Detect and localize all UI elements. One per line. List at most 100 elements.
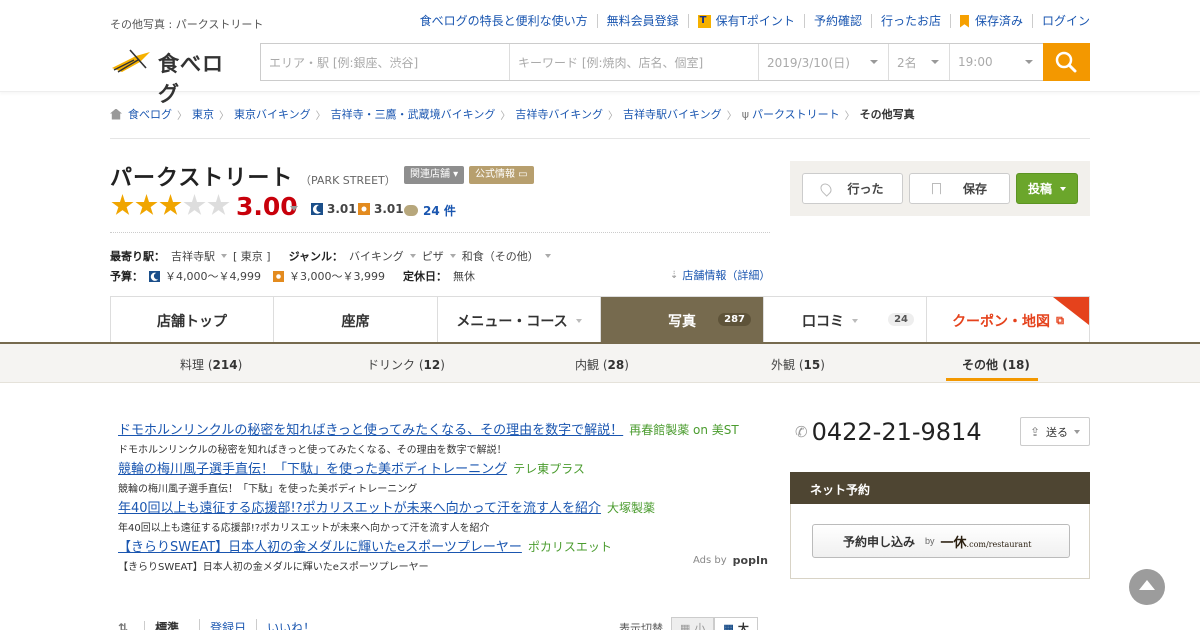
ad-item: 【きらりSWEAT】日本人初の金メダルに輝いたeスポーツプレーヤー ポカリスエット…: [118, 536, 612, 573]
rating-score[interactable]: 3.00: [236, 192, 298, 221]
tab-menu[interactable]: メニュー・コース: [438, 297, 601, 344]
sort-likes[interactable]: いいね！: [256, 619, 325, 630]
star-icon: [159, 194, 182, 215]
sort-date[interactable]: 登録日: [199, 619, 256, 630]
breadcrumb-item[interactable]: 吉祥寺駅バイキング: [623, 106, 722, 122]
view-large-button[interactable]: ▦ 大: [714, 617, 758, 630]
active-subtab-indicator: [946, 378, 1038, 381]
ad-description: 【きらりSWEAT】日本人初の金メダルに輝いたeスポーツプレーヤー: [118, 562, 429, 573]
send-button[interactable]: ⇪ 送る: [1020, 417, 1090, 446]
chevron-down-icon[interactable]: [290, 206, 298, 215]
budget-row: 予算： ￥4,000～￥4,999 ￥3,000～￥3,999 定休日： 無休: [110, 270, 475, 283]
subtab-exterior[interactable]: 外観 (15): [771, 356, 825, 373]
location-pin-icon: [818, 180, 835, 197]
share-icon: ⇪: [1029, 424, 1041, 439]
ad-source: ポカリスエット: [527, 540, 612, 554]
tab-top[interactable]: 店舗トップ: [110, 297, 274, 344]
genre-link[interactable]: バイキング: [349, 248, 404, 264]
review-count-badge: 24: [888, 313, 914, 326]
station-link[interactable]: 吉祥寺駅: [171, 248, 215, 264]
link-visited[interactable]: 行ったお店: [870, 14, 950, 28]
tabelog-logo[interactable]: 食べログ: [110, 46, 240, 106]
ad-description: 年40回以上も遠征する応援部!?ポカリスエットが未来へ向かって汗を流す人を紹介: [118, 523, 490, 534]
scroll-to-top-button[interactable]: [1129, 569, 1165, 605]
ikyu-logo: 一休.com/restaurant: [940, 535, 1032, 551]
ad-source: 再春館製薬 on 美ST: [629, 423, 739, 437]
view-small-button[interactable]: ▦ 小: [671, 617, 715, 630]
keyword-input[interactable]: キーワード [例:焼肉、店名、個室]: [509, 44, 758, 80]
subtab-food[interactable]: 料理 (214): [180, 356, 242, 373]
tab-seats[interactable]: 座席: [274, 297, 438, 344]
related-stores-tag[interactable]: 関連店舗 ▾: [404, 166, 465, 184]
grid-large-icon: ▦: [723, 623, 734, 630]
link-features[interactable]: 食べログの特長と便利な使い方: [411, 14, 597, 28]
breadcrumb-item[interactable]: 吉祥寺・三鷹・武蔵境バイキング: [331, 106, 496, 122]
link-login[interactable]: ログイン: [1031, 14, 1090, 28]
store-detail-link[interactable]: ⇣ 店舗情報（詳細）: [670, 267, 770, 283]
chevron-down-icon[interactable]: [449, 254, 456, 261]
phone-icon: ✆: [795, 423, 808, 441]
genre-link[interactable]: ピザ: [422, 248, 444, 264]
comment-icon: [404, 205, 418, 216]
link-tpoint[interactable]: 保有Tポイント: [687, 14, 804, 28]
budget-dinner: ￥4,000～￥4,999: [165, 270, 261, 283]
sort-standard[interactable]: ⇅ 標準: [118, 619, 199, 630]
restaurant-tabs: 店舗トップ 座席 メニュー・コース 写真 287 口コミ 24 クーポン・地図 ⧉: [110, 296, 1090, 344]
link-reservation-check[interactable]: 予約確認: [803, 14, 871, 28]
breadcrumb-current: その他写真: [859, 108, 915, 121]
ad-link[interactable]: 【きらりSWEAT】日本人初の金メダルに輝いたeスポーツプレーヤー: [118, 540, 522, 555]
ads-by-popin[interactable]: Ads by popIn: [693, 554, 768, 567]
divider: [110, 138, 1090, 139]
post-button[interactable]: 投稿: [1016, 173, 1078, 204]
chevron-down-icon[interactable]: [544, 254, 551, 261]
tab-photos[interactable]: 写真 287: [601, 297, 764, 344]
divider: [110, 232, 770, 233]
action-box: 行った 保存 投稿: [790, 161, 1090, 216]
ad-link[interactable]: 競輪の梅川風子選手直伝！「下駄」を使った美ボディトレーニング: [118, 462, 507, 477]
star-icon: [135, 194, 158, 215]
star-icon: [183, 194, 206, 215]
tab-reviews[interactable]: 口コミ 24: [764, 297, 927, 344]
breadcrumb-item[interactable]: パークストリート: [752, 106, 840, 122]
breadcrumb-item[interactable]: 東京: [192, 106, 214, 122]
subtab-drink[interactable]: ドリンク (12): [367, 356, 445, 373]
save-button[interactable]: 保存: [909, 173, 1010, 204]
went-button[interactable]: 行った: [802, 173, 903, 204]
subtab-interior[interactable]: 内観 (28): [575, 356, 629, 373]
genre-link[interactable]: 和食（その他）: [462, 248, 539, 264]
bookmark-icon: [959, 14, 969, 28]
people-select[interactable]: 2名: [888, 44, 949, 80]
budget-lunch: ￥3,000～￥3,999: [288, 270, 385, 283]
ad-description: ドモホルンリンクルの秘密を知ればきっと使ってみたくなる、その理由を数字で解説！: [118, 445, 507, 456]
search-button[interactable]: [1043, 43, 1090, 81]
ad-item: ドモホルンリンクルの秘密を知ればきっと使ってみたくなる、その理由を数字で解説！ 再…: [118, 419, 739, 456]
holiday: 無休: [452, 270, 475, 283]
reserve-button[interactable]: 予約申し込み by 一休.com/restaurant: [812, 524, 1070, 558]
moon-icon: [311, 203, 323, 215]
breadcrumb-item[interactable]: 食べログ: [128, 106, 172, 122]
tab-coupon-map[interactable]: クーポン・地図 ⧉: [927, 297, 1090, 344]
breadcrumb-item[interactable]: 東京バイキング: [234, 106, 311, 122]
tpoint-icon: [697, 14, 711, 28]
grid-small-icon: ▦: [680, 623, 691, 630]
area-input[interactable]: エリア・駅 [例:銀座、渋谷]: [261, 44, 509, 80]
official-info-tag[interactable]: 公式情報 ▭: [469, 166, 534, 184]
ad-link[interactable]: 年40回以上も遠征する応援部!?ポカリスエットが未来へ向かって汗を流す人を紹介: [118, 501, 601, 516]
chevron-down-icon[interactable]: [409, 254, 416, 261]
date-select[interactable]: 2019/3/10(日): [758, 44, 888, 80]
link-saved[interactable]: 保存済み: [949, 14, 1032, 28]
external-link-icon: ⧉: [1056, 313, 1064, 327]
logo-text: 食べログ: [158, 52, 224, 106]
restaurant-name-en: （PARK STREET）: [300, 174, 396, 187]
time-select[interactable]: 19:00: [949, 44, 1043, 80]
subtab-other[interactable]: その他 (18): [962, 356, 1030, 373]
fork-knife-icon: ψ: [741, 107, 749, 121]
net-reservation-header: ネット予約: [790, 472, 1090, 504]
logo-icon: [112, 49, 150, 73]
chevron-down-icon[interactable]: [221, 254, 227, 261]
ad-link[interactable]: ドモホルンリンクルの秘密を知ればきっと使ってみたくなる、その理由を数字で解説！: [118, 423, 623, 438]
breadcrumb-item[interactable]: 吉祥寺バイキング: [515, 106, 603, 122]
link-register[interactable]: 無料会員登録: [596, 14, 688, 28]
sort-icon: ⇅: [118, 621, 129, 630]
review-count[interactable]: 24 件: [404, 202, 456, 219]
